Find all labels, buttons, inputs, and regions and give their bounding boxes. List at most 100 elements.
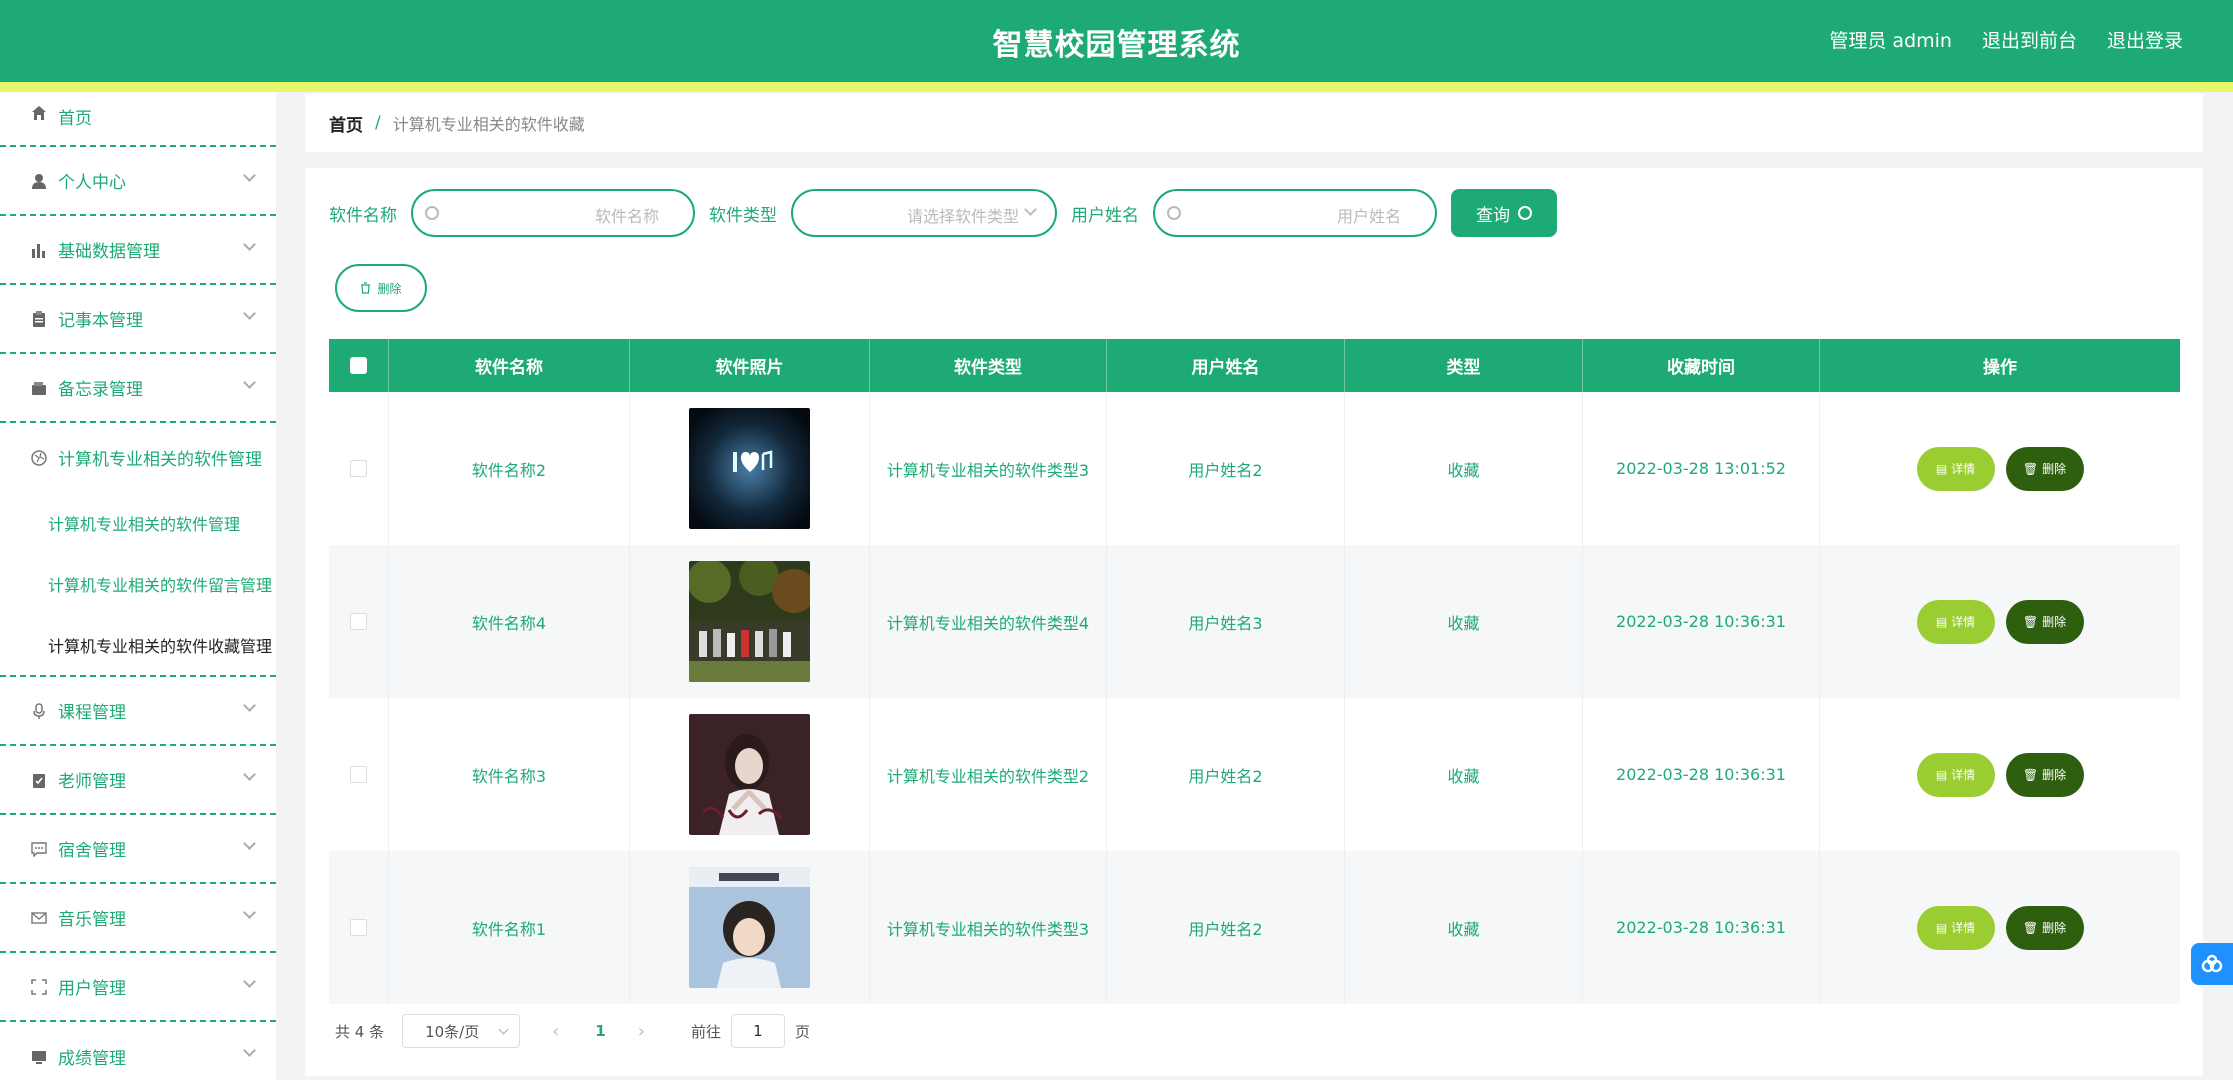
sidebar-item-software[interactable]: 计算机专业相关的软件管理 [0, 423, 276, 492]
submenu-item-software-comments[interactable]: 计算机专业相关的软件留言管理 [0, 553, 276, 614]
sidebar-item-label: 宿舍管理 [58, 841, 126, 861]
row-checkbox[interactable] [350, 460, 367, 477]
cell-software-photo [630, 851, 870, 1004]
row-checkbox[interactable] [350, 919, 367, 936]
goto-page-input[interactable]: 1 [730, 1014, 785, 1048]
software-type-select[interactable]: 请选择软件类型 [791, 189, 1057, 237]
row-checkbox[interactable] [350, 613, 367, 630]
prev-page-icon[interactable]: ‹ [552, 1021, 559, 1042]
delete-button[interactable]: 🗑 删除 [2005, 599, 2084, 644]
user-name-label: 用户姓名 [1071, 205, 1139, 226]
select-all-checkbox[interactable] [350, 357, 367, 374]
detail-button-label: 详情 [1951, 615, 1976, 629]
cell-user-name: 用户姓名2 [1107, 392, 1345, 545]
detail-button[interactable]: ▤ 详情 [1916, 446, 1995, 491]
delete-button[interactable]: 🗑 删除 [2005, 752, 2084, 797]
sidebar-item-teacher[interactable]: 老师管理 [0, 746, 276, 815]
software-name-input[interactable]: 软件名称 [411, 189, 695, 237]
column-header-actions: 操作 [1983, 358, 2017, 378]
admin-user-link[interactable]: 管理员 admin [1829, 26, 1952, 53]
submenu-item-software-favorites[interactable]: 计算机专业相关的软件收藏管理 [0, 614, 276, 675]
cell-software-photo [630, 392, 870, 545]
batch-delete-button[interactable]: 删除 [335, 264, 427, 312]
sidebar-item-notebook[interactable]: 记事本管理 [0, 285, 276, 354]
detail-icon: ▤ [1935, 461, 1948, 476]
cell-software-type: 计算机专业相关的软件类型3 [870, 392, 1107, 545]
cell-actions: ▤ 详情 🗑 删除 [1820, 545, 2180, 698]
delete-button[interactable]: 🗑 删除 [2005, 905, 2084, 950]
sidebar-item-home[interactable]: 首页 [0, 92, 276, 147]
sidebar-item-label: 计算机专业相关的软件管理 [58, 450, 262, 470]
cell-kind: 收藏 [1345, 698, 1583, 851]
row-select-cell [329, 545, 389, 698]
user-name-placeholder: 用户姓名 [1336, 207, 1401, 226]
cell-user-name: 用户姓名2 [1107, 698, 1345, 851]
detail-button[interactable]: ▤ 详情 [1916, 599, 1995, 644]
query-button[interactable]: 查询 [1451, 189, 1557, 237]
sidebar-item-users[interactable]: 用户管理 [0, 953, 276, 1022]
detail-button[interactable]: ▤ 详情 [1916, 905, 1995, 950]
cell-user-name: 用户姓名2 [1107, 851, 1345, 1004]
batch-delete-label: 删除 [377, 281, 402, 296]
table-row: 软件名称3 计算机专业相关的软件类型2 用户姓名2 收藏 2022-03-28 … [329, 698, 2180, 851]
chat-icon [30, 840, 48, 858]
user-name-input[interactable]: 用户姓名 [1153, 189, 1437, 237]
clipboard-icon [30, 310, 48, 328]
row-checkbox[interactable] [350, 766, 367, 783]
cell-favorite-time: 2022-03-28 10:36:31 [1583, 545, 1820, 698]
software-type-placeholder: 请选择软件类型 [906, 207, 1019, 226]
chevron-down-icon [243, 1044, 256, 1057]
search-icon [1518, 206, 1532, 220]
monitor-icon [30, 1048, 48, 1066]
sidebar-item-music[interactable]: 音乐管理 [0, 884, 276, 953]
sidebar-item-label: 基础数据管理 [58, 242, 160, 262]
wallet-icon [30, 379, 48, 397]
cell-favorite-time: 2022-03-28 10:36:31 [1583, 698, 1820, 851]
row-select-cell [329, 851, 389, 1004]
breadcrumb-current: 计算机专业相关的软件收藏 [392, 115, 585, 134]
top-bar: 智慧校园管理系统 管理员 admin 退出到前台 退出登录 [0, 0, 2233, 82]
row-select-cell [329, 698, 389, 851]
total-count: 共 4 条 [335, 1022, 385, 1041]
sidebar-item-grades[interactable]: 成绩管理 [0, 1022, 276, 1080]
detail-button-label: 详情 [1951, 462, 1976, 476]
cloud-link-icon [2201, 954, 2223, 973]
sidebar-item-label: 音乐管理 [58, 910, 126, 930]
sidebar-item-dormitory[interactable]: 宿舍管理 [0, 815, 276, 884]
page-suffix: 页 [794, 1022, 810, 1041]
delete-button[interactable]: 🗑 删除 [2005, 446, 2084, 491]
sidebar-item-label: 老师管理 [58, 772, 126, 792]
page-size-select[interactable]: 10条/页 [402, 1014, 521, 1048]
trash-icon: 🗑 [2022, 920, 2039, 935]
table-header: 软件名称 软件照片 软件类型 用户姓名 类型 收藏时间 操作 [329, 339, 2180, 392]
logout-link[interactable]: 退出登录 [2107, 26, 2183, 53]
pagination: 共 4 条 10条/页 ‹ 1 › 前往 1 页 [335, 1014, 810, 1048]
breadcrumb: 首页 / 计算机专业相关的软件收藏 [305, 94, 2203, 152]
goto-label: 前往 [690, 1022, 721, 1041]
cell-favorite-time: 2022-03-28 13:01:52 [1583, 392, 1820, 545]
microphone-icon [30, 702, 48, 720]
user-icon [30, 172, 48, 190]
breadcrumb-home[interactable]: 首页 [329, 111, 363, 136]
sidebar-item-personal-center[interactable]: 个人中心 [0, 147, 276, 216]
detail-button[interactable]: ▤ 详情 [1916, 752, 1995, 797]
cell-actions: ▤ 详情 🗑 删除 [1820, 698, 2180, 851]
back-to-frontend-link[interactable]: 退出到前台 [1982, 26, 2077, 53]
cell-software-name: 软件名称2 [389, 392, 630, 545]
sidebar-item-memo[interactable]: 备忘录管理 [0, 354, 276, 423]
next-page-icon[interactable]: › [638, 1021, 645, 1042]
software-type-label: 软件类型 [709, 205, 777, 226]
sidebar-item-basic-data[interactable]: 基础数据管理 [0, 216, 276, 285]
chevron-down-icon [243, 307, 256, 320]
submenu-item-software-manage[interactable]: 计算机专业相关的软件管理 [0, 492, 276, 553]
software-name-label: 软件名称 [329, 205, 397, 226]
chevron-down-icon [1024, 203, 1037, 216]
cell-user-name: 用户姓名3 [1107, 545, 1345, 698]
sidebar-item-course[interactable]: 课程管理 [0, 677, 276, 746]
page-number-current[interactable]: 1 [595, 1022, 605, 1040]
cell-software-name: 软件名称1 [389, 851, 630, 1004]
cell-software-photo [630, 698, 870, 851]
header-accent-stripe [0, 82, 2233, 92]
chevron-down-icon [498, 1024, 509, 1035]
floating-assistant-button[interactable] [2191, 943, 2233, 985]
